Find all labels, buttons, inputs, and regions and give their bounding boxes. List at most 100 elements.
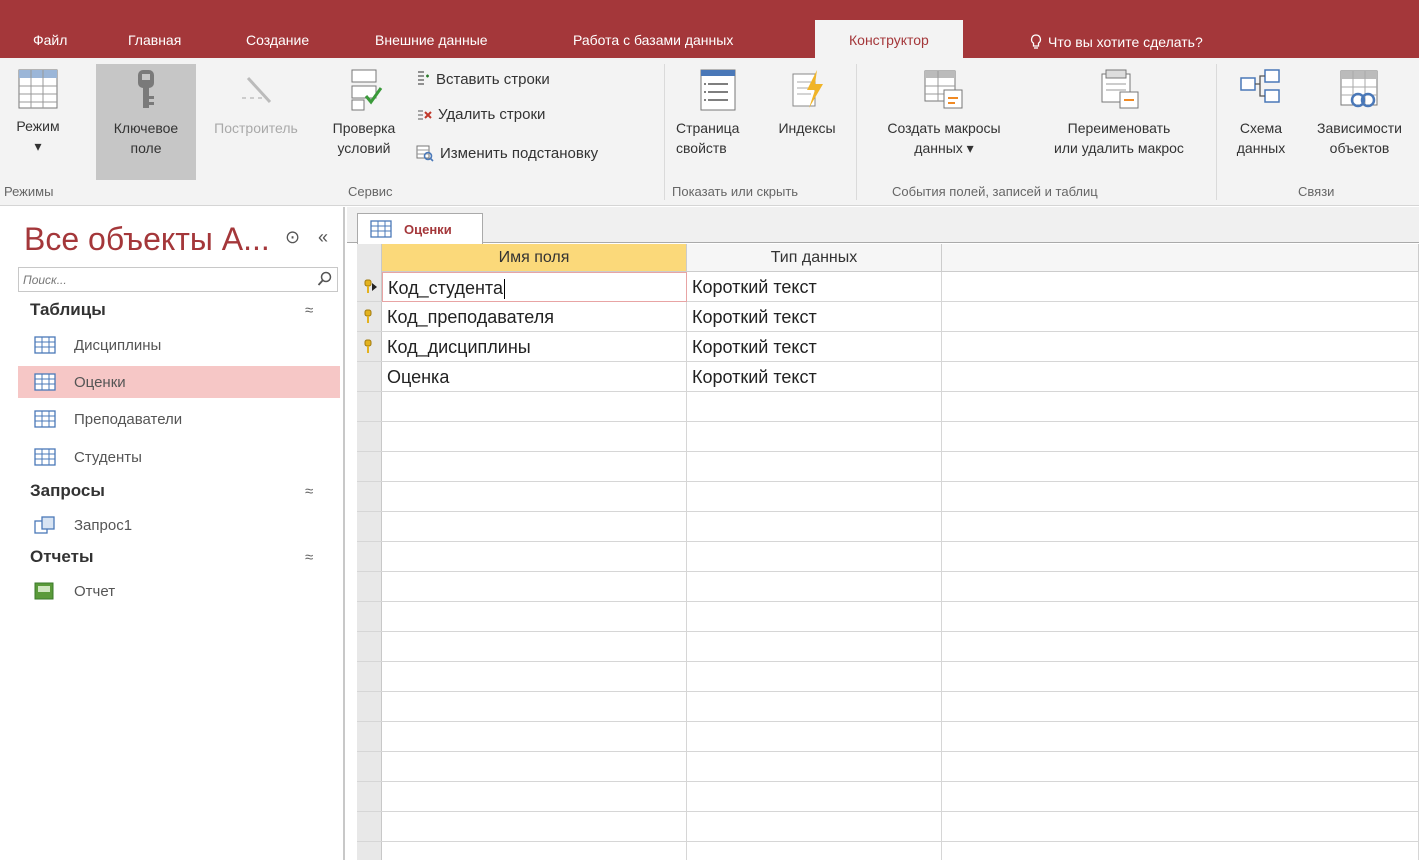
empty-row[interactable] xyxy=(357,482,1419,512)
field-name-cell[interactable] xyxy=(382,482,687,512)
data-type-cell[interactable] xyxy=(687,692,942,722)
nav-item-query[interactable]: Запрос1 xyxy=(18,509,340,541)
field-name-cell[interactable] xyxy=(382,512,687,542)
document-tab-grades[interactable]: Оценки xyxy=(357,213,483,244)
description-cell[interactable] xyxy=(942,392,1419,422)
field-name-cell[interactable] xyxy=(382,392,687,422)
description-cell[interactable] xyxy=(942,572,1419,602)
row-selector[interactable] xyxy=(357,752,382,782)
field-name-cell[interactable]: Код_преподавателя xyxy=(382,302,687,332)
relationships-button[interactable]: Схема данных xyxy=(1222,64,1300,180)
nav-item-table[interactable]: Преподаватели xyxy=(18,403,340,435)
description-cell[interactable] xyxy=(942,362,1419,392)
field-name-cell[interactable]: Код_студента xyxy=(382,272,687,302)
data-type-cell[interactable] xyxy=(687,392,942,422)
description-cell[interactable] xyxy=(942,332,1419,362)
primary-key-button[interactable]: Ключевое поле xyxy=(96,64,196,180)
description-cell[interactable] xyxy=(942,302,1419,332)
row-selector[interactable] xyxy=(357,782,382,812)
create-data-macros-button[interactable]: Создать макросы данных ▾ xyxy=(864,64,1024,180)
empty-row[interactable] xyxy=(357,632,1419,662)
description-cell[interactable] xyxy=(942,722,1419,752)
data-type-cell[interactable] xyxy=(687,812,942,842)
data-type-cell[interactable] xyxy=(687,722,942,752)
row-selector[interactable] xyxy=(357,362,382,392)
indexes-button[interactable]: Индексы xyxy=(764,64,850,180)
row-selector[interactable] xyxy=(357,302,382,332)
row-selector[interactable] xyxy=(357,542,382,572)
tab-design[interactable]: Конструктор xyxy=(815,20,963,58)
field-name-cell[interactable] xyxy=(382,602,687,632)
search-icon[interactable] xyxy=(317,271,333,287)
empty-row[interactable] xyxy=(357,782,1419,812)
description-cell[interactable] xyxy=(942,422,1419,452)
data-type-cell[interactable] xyxy=(687,662,942,692)
field-name-cell[interactable] xyxy=(382,632,687,662)
rename-delete-macro-button[interactable]: Переименовать или удалить макрос xyxy=(1026,64,1212,180)
column-header-data-type[interactable]: Тип данных xyxy=(687,244,942,272)
collapse-section-icon[interactable]: ≈ xyxy=(305,483,313,500)
description-cell[interactable] xyxy=(942,512,1419,542)
tab-file[interactable]: Файл xyxy=(33,26,67,58)
nav-collapse-icon[interactable]: « xyxy=(318,227,328,248)
description-cell[interactable] xyxy=(942,452,1419,482)
tab-database-tools[interactable]: Работа с базами данных xyxy=(573,26,733,58)
field-name-cell[interactable] xyxy=(382,692,687,722)
row-selector[interactable] xyxy=(357,482,382,512)
description-cell[interactable] xyxy=(942,782,1419,812)
row-selector[interactable] xyxy=(357,692,382,722)
tab-create[interactable]: Создание xyxy=(246,26,309,58)
field-name-cell[interactable] xyxy=(382,572,687,602)
empty-row[interactable] xyxy=(357,392,1419,422)
modify-lookups-button[interactable]: Изменить подстановку xyxy=(416,144,598,162)
description-cell[interactable] xyxy=(942,692,1419,722)
empty-row[interactable] xyxy=(357,722,1419,752)
column-header-field-name[interactable]: Имя поля xyxy=(382,244,687,272)
empty-row[interactable] xyxy=(357,542,1419,572)
test-validation-button[interactable]: Проверка условий xyxy=(316,64,412,180)
nav-item-table[interactable]: Дисциплины xyxy=(18,329,340,361)
description-cell[interactable] xyxy=(942,842,1419,860)
empty-row[interactable] xyxy=(357,692,1419,722)
row-selector[interactable] xyxy=(357,632,382,662)
nav-item-report[interactable]: Отчет xyxy=(18,575,340,607)
tab-external-data[interactable]: Внешние данные xyxy=(375,26,488,58)
empty-row[interactable] xyxy=(357,512,1419,542)
row-selector[interactable] xyxy=(357,332,382,362)
description-cell[interactable] xyxy=(942,542,1419,572)
description-cell[interactable] xyxy=(942,632,1419,662)
field-name-cell[interactable] xyxy=(382,722,687,752)
data-type-cell[interactable] xyxy=(687,842,942,860)
nav-item-table[interactable]: Оценки xyxy=(18,366,340,398)
empty-row[interactable] xyxy=(357,662,1419,692)
collapse-section-icon[interactable]: ≈ xyxy=(305,549,313,566)
data-type-cell[interactable] xyxy=(687,512,942,542)
nav-search-input[interactable]: Поиск... xyxy=(18,267,338,292)
field-row[interactable]: Код_дисциплины Короткий текст xyxy=(357,332,1419,362)
row-selector[interactable] xyxy=(357,272,382,302)
builder-button[interactable]: Построитель xyxy=(198,64,314,180)
empty-row[interactable] xyxy=(357,422,1419,452)
data-type-cell[interactable]: Короткий текст xyxy=(687,362,942,392)
description-cell[interactable] xyxy=(942,812,1419,842)
delete-rows-button[interactable]: Удалить строки xyxy=(416,106,545,123)
row-selector[interactable] xyxy=(357,572,382,602)
data-type-cell[interactable] xyxy=(687,602,942,632)
description-cell[interactable] xyxy=(942,482,1419,512)
row-selector[interactable] xyxy=(357,662,382,692)
row-selector[interactable] xyxy=(357,812,382,842)
tab-home[interactable]: Главная xyxy=(128,26,181,58)
data-type-cell[interactable] xyxy=(687,482,942,512)
field-name-cell[interactable] xyxy=(382,542,687,572)
nav-dropdown-icon[interactable]: ⊙ xyxy=(285,227,300,248)
description-cell[interactable] xyxy=(942,662,1419,692)
view-mode-button[interactable]: Режим ▾ xyxy=(2,64,74,180)
empty-row[interactable] xyxy=(357,812,1419,842)
row-selector[interactable] xyxy=(357,422,382,452)
nav-section-reports[interactable]: Отчеты xyxy=(30,547,94,567)
empty-row[interactable] xyxy=(357,602,1419,632)
row-selector[interactable] xyxy=(357,842,382,860)
tell-me-box[interactable]: Что вы хотите сделать? xyxy=(1030,26,1203,58)
field-name-cell[interactable]: Оценка xyxy=(382,362,687,392)
field-row[interactable]: Код_студента Короткий текст xyxy=(357,272,1419,302)
